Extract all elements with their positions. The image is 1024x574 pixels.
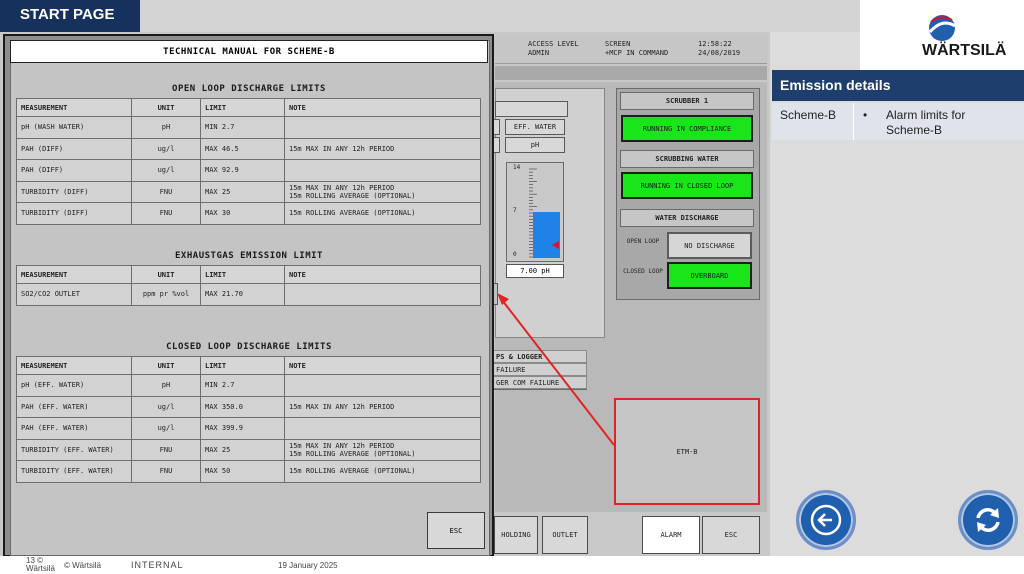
footer-date: 19 January 2025 xyxy=(278,561,338,570)
footer-page-block: 13 © Wärtsilä xyxy=(26,557,55,573)
bullet-glyph: • xyxy=(863,108,868,122)
scheme-label: Scheme-B xyxy=(780,108,837,122)
footer-copyright-name: Wärtsilä xyxy=(26,564,55,573)
back-button[interactable] xyxy=(796,490,856,550)
emission-divider xyxy=(853,103,854,140)
scheme-description: Alarm limits for Scheme-B xyxy=(886,108,966,137)
refresh-icon xyxy=(976,508,1000,532)
refresh-button[interactable] xyxy=(958,490,1018,550)
emission-details-header: Emission details xyxy=(772,70,1024,101)
back-arrow-icon xyxy=(810,504,842,536)
footer-copyright: © Wärtsilä xyxy=(64,561,102,570)
footer-classification: INTERNAL xyxy=(131,560,184,570)
